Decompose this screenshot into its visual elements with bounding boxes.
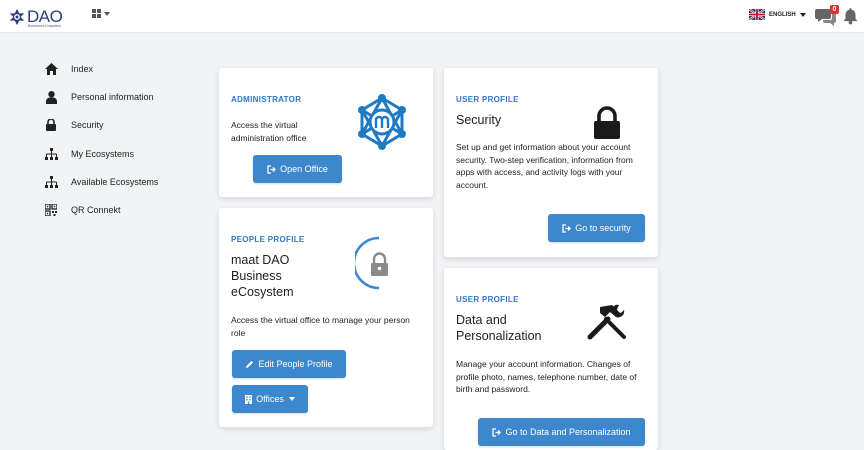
- sitemap-icon: [42, 173, 60, 191]
- card-title: maat DAO Business eCosystem: [231, 253, 294, 299]
- card-description: Access the virtual administration office: [231, 120, 307, 143]
- card-kicker: USER PROFILE: [456, 95, 519, 104]
- sidebar-item-available-ecosystems[interactable]: Available Ecosystems: [40, 168, 210, 196]
- sidebar-item-qr-connekt[interactable]: QR Connekt: [40, 196, 210, 224]
- lock-icon: [42, 116, 60, 134]
- card-description: Set up and get information about your ac…: [456, 142, 633, 190]
- people-profile-card: PEOPLE PROFILE maat DAO Business eCosyst…: [219, 208, 433, 427]
- go-to-security-button[interactable]: Go to security: [548, 214, 645, 242]
- language-selector[interactable]: ENGLISH: [749, 9, 806, 20]
- sidebar-item-my-ecosystems[interactable]: My Ecosystems: [40, 140, 210, 168]
- sidebar-item-personal-information[interactable]: Personal information: [40, 83, 210, 111]
- chevron-down-icon: [799, 12, 806, 17]
- language-label: ENGLISH: [769, 11, 796, 18]
- sign-out-icon: [267, 164, 276, 174]
- sidebar-item-index[interactable]: Index: [40, 55, 210, 83]
- apps-menu-button[interactable]: [92, 9, 110, 18]
- button-label: Edit People Profile: [258, 359, 333, 369]
- sitemap-icon: [42, 145, 60, 163]
- lock-progress-icon: [355, 236, 388, 290]
- card-kicker: ADMINISTRATOR: [231, 95, 302, 104]
- logo-subtext: Business eCosystem: [28, 24, 61, 28]
- card-title: Data and Personalization: [456, 313, 542, 343]
- card-title: Security: [456, 113, 502, 127]
- sidebar-item-label: Personal information: [71, 92, 154, 103]
- card-kicker: PEOPLE PROFILE: [231, 235, 305, 244]
- sidebar-item-label: Security: [71, 120, 104, 131]
- chevron-down-icon: [104, 11, 110, 16]
- button-label: Go to security: [575, 223, 631, 233]
- building-icon: [245, 394, 253, 404]
- edit-people-profile-button[interactable]: Edit People Profile: [232, 350, 346, 378]
- dao-logo-icon: [9, 8, 25, 26]
- tools-icon: [587, 304, 626, 340]
- button-label: Offices: [256, 394, 284, 404]
- go-to-data-personalization-button[interactable]: Go to Data and Personalization: [478, 418, 645, 446]
- pencil-icon: [246, 360, 254, 368]
- security-card: USER PROFILE Security Set up and get inf…: [444, 68, 658, 257]
- offices-dropdown-button[interactable]: Offices: [232, 385, 308, 413]
- lock-icon: [594, 106, 620, 139]
- data-personalization-card: USER PROFILE Data and Personalization Ma…: [444, 268, 658, 450]
- sidebar-item-security[interactable]: Security: [40, 111, 210, 139]
- card-description: Access the virtual office to manage your…: [231, 315, 410, 338]
- sidebar-item-label: QR Connekt: [71, 205, 121, 216]
- home-icon: [42, 60, 60, 78]
- notifications-button[interactable]: [842, 7, 859, 25]
- button-label: Go to Data and Personalization: [505, 427, 631, 437]
- administrator-card: ADMINISTRATOR Access the virtual adminis…: [219, 68, 433, 197]
- sidebar: Index Personal information Security My E…: [40, 55, 210, 224]
- chevron-down-icon: [288, 397, 295, 401]
- logo[interactable]: DAO Business eCosystem: [8, 7, 63, 28]
- card-description: Manage your account information. Changes…: [456, 359, 637, 394]
- qrcode-icon: [42, 201, 60, 219]
- card-kicker: USER PROFILE: [456, 295, 519, 304]
- maat-logo-icon: [358, 94, 406, 150]
- sidebar-item-label: Available Ecosystems: [71, 176, 159, 187]
- sidebar-item-label: My Ecosystems: [71, 148, 135, 159]
- open-office-button[interactable]: Open Office: [253, 155, 342, 183]
- button-label: Open Office: [280, 164, 328, 174]
- uk-flag-icon: [749, 9, 765, 20]
- user-icon: [42, 88, 60, 106]
- grid-icon: [92, 9, 101, 18]
- notifications-badge: 0: [830, 5, 839, 14]
- top-bar: DAO Business eCosystem ENGLISH 0: [0, 0, 864, 33]
- bell-icon: [843, 8, 858, 25]
- sign-out-icon: [562, 223, 572, 233]
- sign-out-icon: [492, 427, 502, 437]
- sidebar-item-label: Index: [71, 64, 94, 75]
